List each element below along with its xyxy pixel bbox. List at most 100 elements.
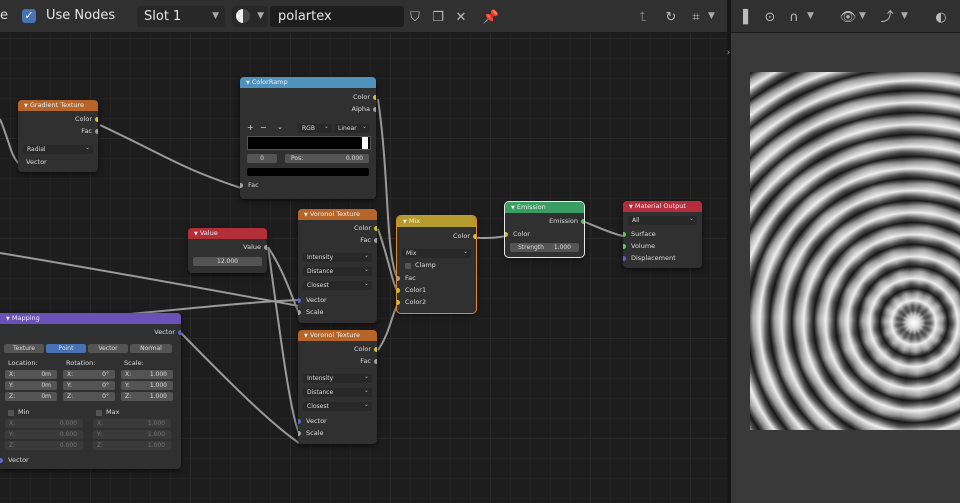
value-node[interactable]: ▼ Value Value 12.000 [188, 228, 267, 273]
location-x-field[interactable]: X: 0m [5, 370, 57, 379]
input-vector-socket[interactable] [0, 458, 3, 463]
node-header[interactable]: ▼ Emission [505, 202, 584, 213]
material-browse-button[interactable]: ▼ [232, 6, 268, 27]
remove-stop-icon[interactable]: − [260, 123, 267, 132]
output-vector-socket[interactable] [178, 330, 181, 335]
output-alpha-socket[interactable] [373, 107, 376, 112]
snap-toggle-icon[interactable]: ↻ [661, 7, 681, 27]
location-y-field[interactable]: Y: 0m [5, 381, 57, 390]
node-editor-canvas[interactable]: ▼Gradient Texture Color Fac Radial Vecto… [0, 33, 727, 503]
output-fac-socket[interactable] [374, 238, 377, 243]
scale-z-field[interactable]: Z: 1.000 [121, 392, 173, 401]
pin-icon[interactable]: 📌 [481, 7, 501, 27]
gradient-type-dropdown[interactable]: Radial [23, 143, 93, 154]
use-nodes-checkbox[interactable]: ✓ [22, 9, 36, 23]
node-header[interactable]: ▼ Mix [397, 216, 476, 227]
slot-dropdown[interactable]: Slot 1 ▼ [137, 6, 225, 27]
ramp-stop-handle[interactable] [362, 137, 368, 149]
color-ramp-gradient[interactable] [247, 136, 371, 150]
input-scale-socket[interactable] [298, 310, 301, 315]
rotation-y-field[interactable]: Y: 0° [63, 381, 115, 390]
output-color-socket[interactable] [473, 234, 476, 239]
material-name-field[interactable]: polartex [270, 6, 404, 27]
pivot-point-icon[interactable]: ⊙ [760, 7, 780, 27]
stop-position-field[interactable]: Pos: 0.000 [285, 154, 369, 163]
input-scale-socket[interactable] [298, 431, 301, 436]
node-header[interactable]: ▼ ColorRamp [240, 77, 376, 88]
node-header[interactable]: ▼ Material Output [623, 201, 702, 212]
proportional-falloff-icon[interactable]: ∩ [784, 7, 804, 27]
visibility-eye-icon[interactable]: 👁 [838, 7, 858, 27]
output-value-socket[interactable] [264, 245, 267, 250]
input-volume-socket[interactable] [623, 244, 626, 249]
max-x-field[interactable]: X: 1.000 [93, 419, 171, 428]
input-fac-socket[interactable] [397, 276, 400, 281]
tab-texture[interactable]: Texture [4, 344, 44, 353]
interpolation-dropdown[interactable]: Linear [334, 122, 370, 133]
input-color2-socket[interactable] [397, 300, 400, 305]
min-x-field[interactable]: X: 0.000 [5, 419, 83, 428]
overlays-icon[interactable]: ◐ [931, 7, 951, 27]
distance-dropdown[interactable]: Distance [303, 265, 372, 276]
clamp-checkbox[interactable] [405, 263, 411, 269]
coloring-dropdown[interactable]: Intensity [303, 251, 372, 262]
stop-color-swatch[interactable] [247, 168, 369, 176]
output-color-socket[interactable] [374, 347, 377, 352]
max-checkbox[interactable] [96, 410, 102, 416]
rotation-x-field[interactable]: X: 0° [63, 370, 115, 379]
mapping-node[interactable]: ▼ Mapping Vector Texture Point Vector Nor… [0, 313, 181, 469]
add-stop-icon[interactable]: + [247, 123, 254, 132]
material-output-node[interactable]: ▼Material Output All Surface Volume Disp… [623, 201, 702, 268]
node-header[interactable]: ▼ Voronoi Texture [298, 209, 377, 220]
render-target-dropdown[interactable]: All [628, 214, 697, 225]
colorramp-node[interactable]: ▼ColorRamp Color Alpha + − ⌄ RGB Linear … [240, 77, 376, 199]
node-header[interactable]: ▼ Gradient Texture [18, 100, 98, 111]
scale-x-field[interactable]: X: 1.000 [121, 370, 173, 379]
node-header[interactable]: ▼ Value [188, 228, 267, 239]
min-y-field[interactable]: Y: 0.000 [5, 430, 83, 439]
node-header[interactable]: ▼ Mapping [0, 313, 181, 324]
duplicate-material-icon[interactable]: ❐ [428, 7, 448, 27]
input-fac-socket[interactable] [240, 183, 243, 188]
tab-vector[interactable]: Vector [88, 344, 128, 353]
input-color1-socket[interactable] [397, 288, 400, 293]
color-mode-dropdown[interactable]: RGB [298, 122, 332, 133]
active-stop-index[interactable]: 0 [247, 154, 277, 163]
fake-user-shield-icon[interactable]: ⛉ [405, 7, 425, 27]
output-color-socket[interactable] [374, 226, 377, 231]
chevron-down-icon[interactable]: ▼ [859, 11, 866, 21]
voronoi-texture-node-1[interactable]: ▼Voronoi Texture Color Fac Intensity Dis… [298, 209, 377, 323]
value-field[interactable]: 12.000 [193, 257, 262, 266]
emission-node[interactable]: ▼ Emission Emission Color Strength 1.000 [504, 201, 585, 258]
parent-node-tree-icon[interactable]: ⮤ [633, 7, 653, 27]
voronoi-texture-node-2[interactable]: ▼Voronoi Texture Color Fac Intensity Dis… [298, 330, 377, 444]
rotation-z-field[interactable]: Z: 0° [63, 392, 115, 401]
feature-dropdown[interactable]: Closest [303, 400, 372, 411]
input-color-socket[interactable] [505, 232, 508, 237]
tab-normal[interactable]: Normal [130, 344, 172, 353]
input-vector-socket[interactable] [298, 298, 301, 303]
gizmo-toggle-icon[interactable]: ⤴ [877, 7, 897, 27]
menu-fragment[interactable]: e [0, 8, 8, 23]
blend-mode-dropdown[interactable]: Mix [402, 247, 471, 258]
unlink-close-icon[interactable]: ✕ [451, 7, 471, 27]
scale-y-field[interactable]: Y: 1.000 [121, 381, 173, 390]
location-z-field[interactable]: Z: 0m [5, 392, 57, 401]
node-header[interactable]: ▼ Voronoi Texture [298, 330, 377, 341]
coloring-dropdown[interactable]: Intensity [303, 372, 372, 383]
input-surface-socket[interactable] [623, 232, 626, 237]
viewport-mode-icon[interactable]: ▐ [733, 7, 753, 27]
min-z-field[interactable]: Z: 0.000 [5, 441, 83, 450]
chevron-down-icon[interactable]: ▼ [807, 11, 814, 21]
gradient-texture-node[interactable]: ▼Gradient Texture Color Fac Radial Vecto… [18, 100, 98, 172]
ramp-menu-icon[interactable]: ⌄ [277, 123, 283, 131]
chevron-down-icon[interactable]: ▼ [708, 11, 715, 21]
output-fac-socket[interactable] [95, 129, 98, 134]
use-nodes-label[interactable]: Use Nodes [46, 8, 115, 23]
distance-dropdown[interactable]: Distance [303, 386, 372, 397]
feature-dropdown[interactable]: Closest [303, 279, 372, 290]
snap-target-icon[interactable]: ⌗ [686, 7, 706, 27]
input-vector-socket[interactable] [298, 419, 301, 424]
output-color-socket[interactable] [95, 117, 98, 122]
max-z-field[interactable]: Z: 1.000 [93, 441, 171, 450]
